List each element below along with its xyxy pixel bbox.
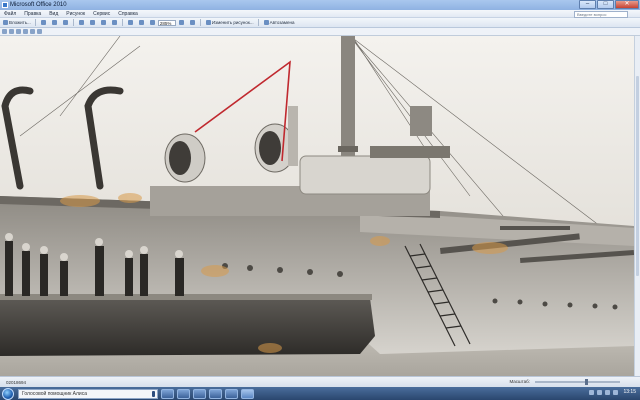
language-icon[interactable]	[589, 389, 595, 395]
secondary-toolbar	[0, 28, 640, 36]
media-icon[interactable]	[193, 388, 206, 399]
zoom-out-icon	[178, 20, 184, 25]
start-orb-icon[interactable]	[2, 387, 14, 400]
flag-icon[interactable]	[613, 389, 619, 395]
status-file-id: 02018694	[6, 379, 27, 385]
ship-photo	[0, 36, 634, 376]
copy-button[interactable]	[88, 19, 98, 27]
voice-assistant-label: Голосовой помощник Алиса	[22, 390, 87, 397]
fit-window-icon[interactable]	[30, 29, 35, 34]
text-tool-icon[interactable]	[37, 29, 42, 34]
save-icon	[40, 20, 46, 25]
rotate-left-icon[interactable]	[16, 29, 21, 34]
autofit-button[interactable]: Автозамена	[262, 19, 297, 27]
toolbar-separator	[121, 19, 123, 26]
print-icon	[51, 20, 57, 25]
zoom-slider-knob[interactable]	[585, 379, 588, 385]
help-search-input[interactable]: Введите вопрос	[574, 11, 628, 18]
zoom-in-button[interactable]	[148, 19, 158, 27]
browser-icon[interactable]	[209, 388, 222, 399]
image-viewer[interactable]	[0, 36, 634, 376]
toolbar-separator	[72, 19, 74, 26]
attach-icon	[3, 20, 8, 25]
help-button[interactable]	[188, 19, 198, 27]
network-icon[interactable]	[597, 389, 603, 395]
clock[interactable]: 13:15	[623, 389, 636, 395]
menu-help[interactable]: Справка	[114, 11, 142, 17]
zoom-out-button[interactable]	[177, 19, 187, 27]
help-icon	[189, 20, 195, 25]
zoom-label: Масштаб:	[509, 379, 530, 384]
system-tray: 13:15	[586, 389, 636, 395]
menu-picture[interactable]: Рисунок	[62, 11, 89, 17]
folder-icon[interactable]	[161, 388, 174, 399]
vertical-scrollbar[interactable]	[634, 36, 640, 376]
edit-picture-label: Изменить рисунок...	[211, 20, 254, 25]
print-button[interactable]	[50, 19, 60, 27]
status-bar: 02018694 Масштаб:	[0, 376, 640, 387]
window-title: Microsoft Office 2010	[10, 2, 67, 8]
cut-icon	[78, 20, 84, 25]
menu-file[interactable]: Файл	[0, 11, 20, 17]
volume-icon[interactable]	[605, 389, 611, 395]
menu-bar: Файл Правка Вид Рисунок Сервис Справка В…	[0, 10, 640, 18]
close-button[interactable]: ✕	[615, 0, 639, 9]
rotate-icon	[138, 20, 144, 25]
paste-icon	[100, 20, 106, 25]
save-button[interactable]	[39, 19, 49, 27]
edit-picture-button[interactable]: Изменить рисунок...	[204, 19, 256, 27]
select-tool-icon[interactable]	[2, 29, 7, 34]
title-bar: Microsoft Office 2010 – □ ✕	[0, 0, 640, 10]
menu-tools[interactable]: Сервис	[89, 11, 114, 17]
taskbar: Голосовой помощник Алиса 13:15	[0, 387, 640, 400]
main-toolbar: Вложить... 285% Изменить рисунок... Авто…	[0, 18, 640, 28]
office-icon[interactable]	[241, 388, 254, 399]
toolbar-separator	[199, 19, 201, 26]
email-icon	[62, 20, 68, 25]
voice-assistant-bar[interactable]: Голосовой помощник Алиса	[18, 388, 158, 399]
scrollbar-thumb[interactable]	[636, 76, 639, 276]
zoom-slider[interactable]	[535, 379, 620, 385]
attach-button[interactable]: Вложить...	[1, 19, 33, 27]
cut-button[interactable]	[77, 19, 87, 27]
folder-icon[interactable]	[225, 388, 238, 399]
app-icon	[2, 2, 8, 8]
crop-tool-icon[interactable]	[9, 29, 14, 34]
rotate-right-icon[interactable]	[23, 29, 28, 34]
undo-button[interactable]	[126, 19, 136, 27]
autofit-label: Автозамена	[269, 20, 295, 25]
toolbar-separator	[257, 19, 259, 26]
window-controls: – □ ✕	[578, 0, 639, 10]
undo-icon	[127, 20, 133, 25]
delete-icon	[111, 20, 117, 25]
menu-view[interactable]: Вид	[45, 11, 62, 17]
browser-icon[interactable]	[177, 388, 190, 399]
email-button[interactable]	[61, 19, 71, 27]
paste-button[interactable]	[99, 19, 109, 27]
zoom-in-icon	[149, 20, 155, 25]
delete-button[interactable]	[110, 19, 120, 27]
attach-label: Вложить...	[9, 20, 31, 25]
toolbar-separator	[34, 19, 36, 26]
copy-icon	[89, 20, 95, 25]
edit-picture-icon	[205, 20, 211, 25]
microphone-icon[interactable]	[152, 390, 155, 397]
minimize-button[interactable]: –	[579, 0, 596, 9]
rotate-button[interactable]	[137, 19, 147, 27]
menu-edit[interactable]: Правка	[20, 11, 45, 17]
zoom-input[interactable]: 285%	[157, 19, 176, 26]
maximize-button[interactable]: □	[597, 0, 614, 9]
autofit-icon	[263, 20, 269, 25]
